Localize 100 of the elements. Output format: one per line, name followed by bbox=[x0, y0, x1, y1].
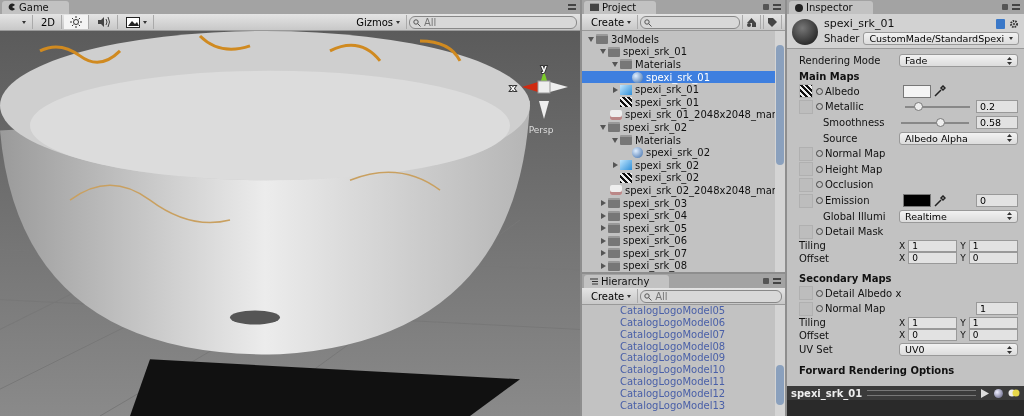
slider-thumb[interactable] bbox=[936, 117, 946, 127]
info-icon bbox=[795, 4, 803, 12]
material-name: spexi_srk_01 bbox=[824, 17, 895, 30]
search-field[interactable]: All bbox=[640, 289, 782, 303]
eyedropper-icon[interactable] bbox=[934, 194, 946, 207]
sphere-icon bbox=[632, 71, 643, 83]
property-label: Metallic bbox=[825, 101, 865, 113]
property-label: Source bbox=[822, 132, 859, 144]
scrollbar[interactable] bbox=[775, 305, 785, 416]
tree-item[interactable]: spexi_srk_07 bbox=[582, 247, 775, 260]
tree-item[interactable]: spexi_srk_02 bbox=[582, 146, 775, 159]
hierarchy-item[interactable]: CatalogLogoModel05 bbox=[582, 305, 775, 318]
axis-label: X bbox=[899, 253, 906, 264]
shader-dropdown[interactable]: CustomMade/StandardSpexi bbox=[863, 32, 1019, 45]
tree-item[interactable]: spexi_srk_04 bbox=[582, 209, 775, 222]
slider-thumb[interactable] bbox=[914, 102, 923, 111]
tree-item[interactable]: spexi_srk_02 bbox=[582, 158, 775, 172]
hierarchy-tab[interactable]: Hierarchy bbox=[584, 275, 670, 289]
axis-label: Y bbox=[960, 240, 966, 251]
filter-by-label-button[interactable] bbox=[763, 15, 782, 29]
property-dropdown[interactable]: UV0 bbox=[899, 343, 1018, 356]
lights-icon[interactable] bbox=[1008, 389, 1020, 397]
y-field[interactable]: 1 bbox=[968, 316, 1018, 329]
scrollbar[interactable] bbox=[775, 31, 785, 273]
folder-icon bbox=[608, 235, 620, 246]
filter-by-type-button[interactable] bbox=[742, 15, 761, 29]
sun-icon bbox=[70, 16, 83, 28]
hierarchy-item[interactable]: CatalogLogoModel11 bbox=[582, 376, 775, 388]
hierarchy-item[interactable]: CatalogLogoModel12 bbox=[582, 387, 775, 400]
tree-item[interactable]: spexi_srk_02 bbox=[582, 121, 775, 134]
section-header: Secondary Maps bbox=[799, 271, 893, 286]
tree-item[interactable]: Materials bbox=[582, 58, 775, 71]
property-label: Height Map bbox=[825, 163, 884, 175]
cube-icon bbox=[620, 160, 632, 171]
axis-gizmo-drawing[interactable]: y x bbox=[508, 65, 574, 125]
tree-item[interactable]: spexi_srk_01 bbox=[582, 45, 775, 59]
tree-item[interactable]: spexi_srk_01 bbox=[582, 83, 775, 96]
property-label: Rendering Mode bbox=[799, 55, 882, 67]
settings-icon[interactable] bbox=[1009, 18, 1019, 29]
value-field[interactable]: 0.58 bbox=[976, 116, 1018, 130]
hierarchy-item[interactable]: CatalogLogoModel09 bbox=[582, 352, 775, 365]
color-swatch[interactable] bbox=[903, 84, 931, 98]
menu-icon[interactable] bbox=[773, 4, 781, 10]
sphere-icon[interactable] bbox=[994, 388, 1003, 398]
tree-item[interactable]: spexi_srk_06 bbox=[582, 234, 775, 248]
cube-icon bbox=[620, 84, 632, 95]
folder-icon bbox=[608, 261, 620, 271]
lock-icon[interactable] bbox=[763, 278, 769, 285]
axis-label: Y bbox=[960, 253, 966, 264]
play-icon[interactable] bbox=[981, 388, 989, 398]
create-dropdown[interactable]: Create bbox=[585, 289, 639, 304]
folder-icon bbox=[608, 46, 620, 57]
tree-item[interactable]: spexi_srk_01_2048x2048_mar bbox=[582, 108, 775, 122]
2d-toggle[interactable]: 2D bbox=[35, 15, 63, 29]
up-down-arrows-icon bbox=[1007, 345, 1012, 354]
project-tab[interactable]: Project bbox=[584, 1, 657, 14]
search-field[interactable] bbox=[640, 15, 740, 29]
hierarchy-item[interactable]: CatalogLogoModel06 bbox=[582, 317, 775, 329]
x-field[interactable]: 1 bbox=[908, 239, 958, 252]
x-field[interactable]: 0 bbox=[908, 252, 958, 265]
texture-thumbnail-icon bbox=[620, 172, 632, 183]
folder-icon bbox=[608, 223, 620, 234]
x-field[interactable]: 0 bbox=[908, 329, 958, 342]
projection-label[interactable]: Persp bbox=[528, 125, 554, 135]
property-dropdown[interactable]: Fade bbox=[899, 54, 1018, 68]
tree-item[interactable]: spexi_srk_08 bbox=[582, 259, 775, 273]
property-label: Offset bbox=[799, 329, 831, 341]
hierarchy-item[interactable]: CatalogLogoModel13 bbox=[582, 399, 775, 412]
gizmos-dropdown[interactable]: Gizmos bbox=[350, 15, 407, 29]
eyedropper-icon[interactable] bbox=[934, 85, 946, 98]
tree-item[interactable]: spexi_srk_02 bbox=[582, 171, 775, 185]
menu-icon[interactable] bbox=[773, 278, 781, 285]
tree-item[interactable]: spexi_srk_01 bbox=[582, 95, 775, 109]
hierarchy-item[interactable]: CatalogLogoModel08 bbox=[582, 340, 775, 353]
tree-item[interactable]: spexi_srk_05 bbox=[582, 221, 775, 235]
value-field[interactable]: 0 bbox=[976, 194, 1018, 208]
tree-item[interactable]: Materials bbox=[582, 133, 775, 147]
menu-icon[interactable] bbox=[568, 4, 576, 10]
lighting-toggle[interactable] bbox=[64, 15, 90, 29]
game-tab[interactable]: Game bbox=[2, 1, 69, 14]
tree-item[interactable]: 3dModels bbox=[582, 33, 775, 46]
search-field[interactable]: All bbox=[409, 15, 577, 29]
value-field[interactable]: 0.2 bbox=[976, 100, 1018, 114]
axis-label: X bbox=[899, 330, 906, 341]
texture-slot[interactable] bbox=[799, 84, 813, 99]
tree-item[interactable]: spexi_srk_02_2048x2048_mar bbox=[582, 184, 775, 197]
y-field[interactable]: 1 bbox=[968, 239, 1018, 252]
tree-item[interactable]: spexi_srk_03 bbox=[582, 196, 775, 210]
inspector-tab[interactable]: Inspector bbox=[789, 1, 873, 14]
property-dropdown[interactable]: Albedo Alpha bbox=[899, 131, 1018, 145]
property-dropdown[interactable]: Realtime bbox=[899, 209, 1018, 223]
tree-item[interactable]: spexi_srk_01 bbox=[582, 70, 775, 84]
y-field[interactable]: 0 bbox=[968, 329, 1018, 342]
x-field[interactable]: 1 bbox=[908, 316, 958, 329]
color-swatch[interactable] bbox=[903, 194, 931, 208]
value-field[interactable]: 1 bbox=[976, 302, 1018, 316]
hierarchy-item[interactable]: CatalogLogoModel10 bbox=[582, 364, 775, 377]
menu-icon[interactable] bbox=[1012, 4, 1020, 10]
hierarchy-item[interactable]: CatalogLogoModel07 bbox=[582, 328, 775, 341]
y-field[interactable]: 0 bbox=[968, 252, 1018, 265]
